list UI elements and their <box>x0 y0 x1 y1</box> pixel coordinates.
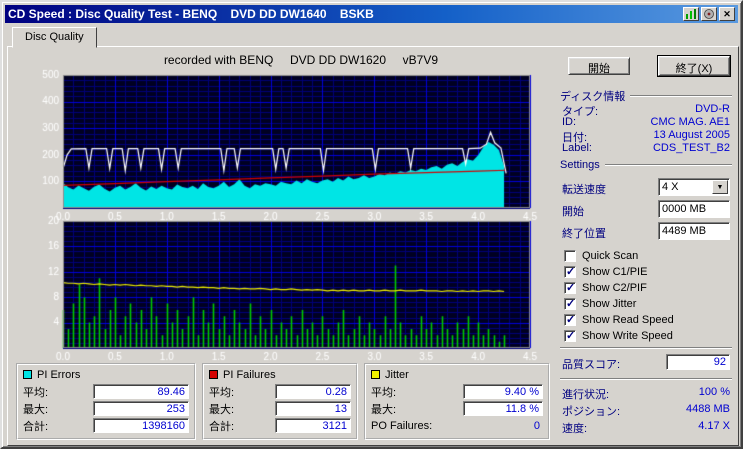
checkbox-show-c2-pif[interactable]: Show C2/PIF <box>564 281 732 295</box>
control-panel: 開始 終了(X) ディスク情報 タイプ: DVD-R ID: CMC MAG. AE… <box>556 47 736 445</box>
exit-button[interactable]: 終了(X) <box>657 55 731 77</box>
stat-label: 最大: <box>209 403 235 416</box>
progress-value: 100 % <box>698 386 730 398</box>
end-position-label: 終了位置 <box>562 228 606 240</box>
stat-label: 平均: <box>23 386 49 399</box>
quality-score-label: 品質スコア: <box>562 359 621 371</box>
stat-label: 最大: <box>371 403 397 416</box>
close-button[interactable]: ✕ <box>719 7 735 21</box>
pi-failures-max: 13 <box>275 401 351 416</box>
jitter-average: 9.40 % <box>463 384 543 399</box>
disc-id-value: CMC MAG. AE1 <box>650 116 730 128</box>
disc-label-row: Label: CDS_TEST_B2 <box>562 142 730 154</box>
divider <box>560 347 732 349</box>
checkbox-box[interactable] <box>564 313 576 326</box>
divider <box>630 95 732 97</box>
speed-value: 4 X <box>662 181 679 193</box>
pi-errors-average: 89.46 <box>93 384 189 399</box>
pi-errors-swatch <box>23 370 32 379</box>
settings-header: Settings <box>560 159 732 171</box>
po-failures-value: 0 <box>533 419 540 432</box>
checkbox-label: Quick Scan <box>582 250 639 262</box>
app-window: CD Speed : Disc Quality Test - BENQ DVD … <box>0 0 743 449</box>
stat-label: 平均: <box>371 386 397 399</box>
pi-errors-total: 1398160 <box>93 418 189 433</box>
chart-icon <box>686 9 696 19</box>
pi-errors-group: PI Errors 平均: 89.46 最大: 253 合計: 1398160 <box>16 363 196 440</box>
end-position-field[interactable] <box>658 222 730 240</box>
checkbox-box[interactable] <box>564 265 576 278</box>
close-icon: ✕ <box>723 8 731 19</box>
checkbox-box[interactable] <box>564 281 576 294</box>
speed-row: 速度: 4.17 X <box>562 420 730 435</box>
pi-failures-group: PI Failures 平均: 0.28 最大: 13 合計: 3121 <box>202 363 358 440</box>
pi-failures-title: PI Failures <box>223 368 276 381</box>
speed-select[interactable]: 4 X ▼ <box>658 178 730 196</box>
checkbox-label: Show C1/PIE <box>582 266 648 278</box>
divider <box>560 378 732 380</box>
checkbox-show-c1-pie[interactable]: Show C1/PIE <box>564 265 732 279</box>
chevron-down-icon: ▼ <box>716 183 724 191</box>
checkbox-box[interactable] <box>564 250 576 262</box>
tab-label: Disc Quality <box>25 31 84 43</box>
speed-dropdown-button[interactable]: ▼ <box>712 180 728 194</box>
stat-label: 合計: <box>209 420 235 433</box>
stat-label: 平均: <box>209 386 235 399</box>
tab-disc-quality[interactable]: Disc Quality <box>12 27 97 48</box>
checkbox-box[interactable] <box>564 329 576 342</box>
stat-label: PO Failures: <box>371 419 433 432</box>
position-value: 4488 MB <box>685 403 730 415</box>
disc-info-header: ディスク情報 <box>560 88 732 104</box>
checkbox-label: Show C2/PIF <box>582 282 647 294</box>
chart-button[interactable] <box>683 7 699 21</box>
quality-score-value: 92 <box>666 354 730 370</box>
start-button[interactable]: 開始 <box>568 57 630 75</box>
pi-failures-swatch <box>209 370 218 379</box>
window-title: CD Speed : Disc Quality Test - BENQ DVD … <box>8 7 374 21</box>
pi-failures-total: 3121 <box>275 418 351 433</box>
speed-readout-value: 4.17 X <box>698 420 730 432</box>
divider <box>604 164 732 166</box>
titlebar[interactable]: CD Speed : Disc Quality Test - BENQ DVD … <box>5 5 738 23</box>
checkbox-quick-scan[interactable]: Quick Scan <box>564 249 732 263</box>
pi-failures-average: 0.28 <box>275 384 351 399</box>
speed-label: 転送速度 <box>562 184 606 196</box>
checkbox-show-write-speed[interactable]: Show Write Speed <box>564 329 732 343</box>
pi-errors-max: 253 <box>93 401 189 416</box>
jitter-group: Jitter 平均: 9.40 % 最大: 11.8 % PO Failures… <box>364 363 550 440</box>
pie-speed-chart <box>29 69 540 222</box>
checkbox-label: Show Jitter <box>582 298 637 310</box>
disc-label-value: CDS_TEST_B2 <box>652 142 730 154</box>
progress-row: 進行状況: 100 % <box>562 386 730 401</box>
pif-jitter-chart <box>29 215 540 362</box>
checkbox-label: Show Read Speed <box>582 314 674 326</box>
checkbox-label: Show Write Speed <box>582 330 673 342</box>
position-row: ポジション: 4488 MB <box>562 403 730 418</box>
disc-icon <box>704 9 714 19</box>
jitter-title: Jitter <box>385 368 409 381</box>
jitter-swatch <box>371 370 380 379</box>
start-position-field[interactable] <box>658 200 730 218</box>
disc-button[interactable] <box>701 7 717 21</box>
tab-page: recorded with BENQ DVD DD DW1620 vB7V9 P… <box>7 46 739 446</box>
checkbox-show-jitter[interactable]: Show Jitter <box>564 297 732 311</box>
recorded-with-caption: recorded with BENQ DVD DD DW1620 vB7V9 <box>163 53 439 67</box>
checkbox-box[interactable] <box>564 297 576 310</box>
start-position-label: 開始 <box>562 206 584 218</box>
checkbox-show-read-speed[interactable]: Show Read Speed <box>564 313 732 327</box>
stat-label: 合計: <box>23 420 49 433</box>
jitter-max: 11.8 % <box>463 401 543 416</box>
stat-label: 最大: <box>23 403 49 416</box>
pi-errors-title: PI Errors <box>37 368 81 381</box>
disc-id-row: ID: CMC MAG. AE1 <box>562 116 730 128</box>
